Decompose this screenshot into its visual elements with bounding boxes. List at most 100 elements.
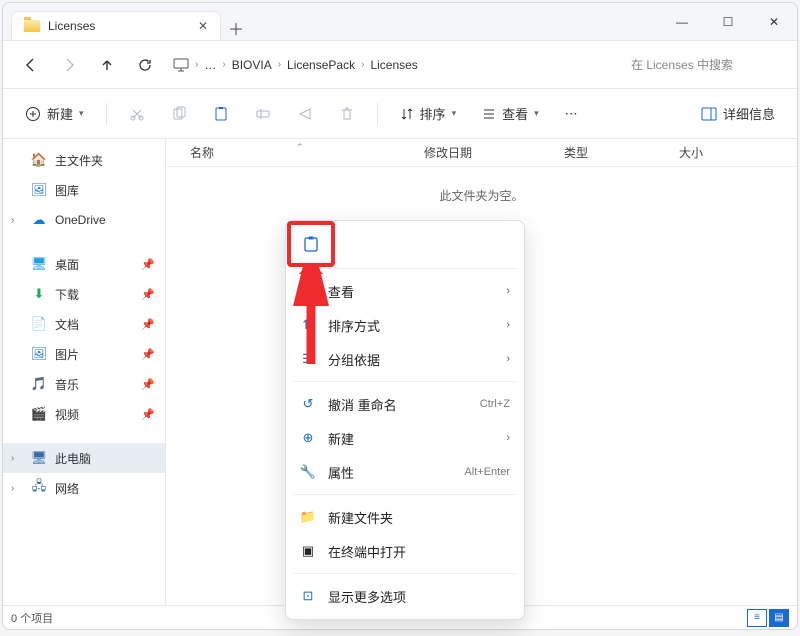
group-icon: ☰ — [300, 351, 316, 367]
details-view-button[interactable]: ▤ — [769, 609, 789, 627]
cut-button[interactable] — [121, 97, 153, 131]
breadcrumb-overflow[interactable]: … — [204, 58, 216, 72]
pin-icon: 📌 — [141, 258, 155, 271]
plus-icon: ⊕ — [300, 430, 316, 446]
window-controls: — ☐ ✕ — [659, 4, 797, 40]
list-view-button[interactable]: ≡ — [747, 609, 767, 627]
paste-button[interactable] — [205, 97, 237, 131]
sidebar-item-onedrive[interactable]: ›☁OneDrive — [3, 205, 165, 235]
refresh-button[interactable] — [129, 49, 161, 81]
new-label: 新建 — [47, 104, 73, 123]
context-undo[interactable]: ↺撤消 重命名Ctrl+Z — [286, 387, 524, 421]
sidebar-item-gallery[interactable]: 🖼图库 — [3, 175, 165, 205]
context-group[interactable]: ☰分组依据› — [286, 342, 524, 376]
context-quick-actions — [286, 227, 524, 263]
shortcut-label: Ctrl+Z — [480, 398, 510, 410]
forward-button[interactable] — [53, 49, 85, 81]
pin-icon: 📌 — [141, 378, 155, 391]
details-pane-button[interactable]: 详细信息 — [693, 97, 783, 131]
nav-bar: › … › BIOVIA › LicensePack › Licenses 在 … — [3, 41, 797, 89]
paste-icon[interactable] — [300, 233, 322, 255]
sidebar-item-desktop[interactable]: 🖥桌面📌 — [3, 249, 165, 279]
column-date[interactable]: 修改日期 — [416, 144, 556, 161]
breadcrumb-item[interactable]: Licenses — [370, 58, 417, 72]
up-button[interactable] — [91, 49, 123, 81]
cloud-icon: ☁ — [31, 212, 47, 228]
undo-icon: ↺ — [300, 396, 316, 412]
titlebar: Licenses ✕ ＋ — ☐ ✕ — [3, 3, 797, 41]
home-icon: 🏠 — [31, 152, 47, 168]
breadcrumb-item[interactable]: BIOVIA — [232, 58, 272, 72]
more-icon: ⊡ — [300, 588, 316, 604]
more-button[interactable]: ⋯ — [557, 97, 586, 131]
terminal-icon: ▣ — [300, 543, 316, 559]
copy-button[interactable] — [163, 97, 195, 131]
breadcrumb: › … › BIOVIA › LicensePack › Licenses — [167, 57, 619, 73]
sidebar-item-downloads[interactable]: ⬇下载📌 — [3, 279, 165, 309]
pin-icon: 📌 — [141, 288, 155, 301]
sidebar-item-music[interactable]: 🎵音乐📌 — [3, 369, 165, 399]
chevron-right-icon: › — [506, 353, 510, 365]
tab-title: Licenses — [48, 19, 190, 33]
context-sort[interactable]: ⇅排序方式› — [286, 308, 524, 342]
breadcrumb-item[interactable]: LicensePack — [287, 58, 355, 72]
folder-icon — [24, 20, 40, 32]
toolbar: 新建 ▾ 排序 ▾ 查看 ▾ ⋯ 详细信息 — [3, 89, 797, 139]
column-size[interactable]: 大小 — [671, 144, 797, 161]
grid-icon: ▦ — [300, 283, 316, 299]
context-new-folder[interactable]: 📁新建文件夹 — [286, 500, 524, 534]
chevron-right-icon: › — [222, 59, 225, 70]
music-icon: 🎵 — [31, 376, 47, 392]
column-type[interactable]: 类型 — [556, 144, 671, 161]
sidebar-item-pictures[interactable]: 🖼图片📌 — [3, 339, 165, 369]
tab-active[interactable]: Licenses ✕ — [11, 11, 221, 40]
minimize-button[interactable]: — — [659, 4, 705, 40]
sort-caret-icon: ⌃ — [296, 142, 304, 153]
sidebar-item-documents[interactable]: 📄文档📌 — [3, 309, 165, 339]
context-new[interactable]: ⊕新建› — [286, 421, 524, 455]
sidebar: 🏠主文件夹 🖼图库 ›☁OneDrive 🖥桌面📌 ⬇下载📌 📄文档📌 🖼图片📌… — [3, 139, 166, 605]
chevron-right-icon[interactable]: › — [11, 483, 14, 494]
pin-icon: 📌 — [141, 408, 155, 421]
rename-button[interactable] — [247, 97, 279, 131]
document-icon: 📄 — [31, 316, 47, 332]
download-icon: ⬇ — [31, 286, 47, 302]
view-button[interactable]: 查看 ▾ — [474, 97, 547, 131]
share-button[interactable] — [289, 97, 321, 131]
maximize-button[interactable]: ☐ — [705, 4, 751, 40]
chevron-right-icon: › — [506, 319, 510, 331]
chevron-right-icon: › — [361, 59, 364, 70]
view-mode-controls: ≡ ▤ — [747, 609, 789, 627]
new-button[interactable]: 新建 ▾ — [17, 97, 92, 131]
video-icon: 🎬 — [31, 406, 47, 422]
details-label: 详细信息 — [723, 104, 775, 123]
pc-icon: 🖥 — [31, 450, 47, 466]
new-tab-button[interactable]: ＋ — [221, 16, 251, 40]
context-view[interactable]: ▦查看› — [286, 274, 524, 308]
sidebar-item-videos[interactable]: 🎬视频📌 — [3, 399, 165, 429]
chevron-right-icon: › — [506, 285, 510, 297]
sort-button[interactable]: 排序 ▾ — [392, 97, 465, 131]
chevron-right-icon[interactable]: › — [11, 215, 14, 226]
folder-plus-icon: 📁 — [300, 509, 316, 525]
close-tab-icon[interactable]: ✕ — [198, 19, 208, 33]
back-button[interactable] — [15, 49, 47, 81]
sidebar-item-network[interactable]: ›🖧网络 — [3, 473, 165, 503]
sidebar-item-home[interactable]: 🏠主文件夹 — [3, 145, 165, 175]
pictures-icon: 🖼 — [31, 346, 47, 362]
search-input[interactable]: 在 Licenses 中搜索 — [625, 52, 785, 77]
context-properties[interactable]: 🔧属性Alt+Enter — [286, 455, 524, 489]
chevron-right-icon: › — [195, 59, 198, 70]
item-count: 0 个项目 — [11, 610, 53, 626]
empty-message: 此文件夹为空。 — [166, 167, 797, 204]
chevron-right-icon[interactable]: › — [11, 453, 14, 464]
column-name[interactable]: 名称⌃ — [166, 144, 416, 161]
delete-button[interactable] — [331, 97, 363, 131]
context-more-options[interactable]: ⊡显示更多选项 — [286, 579, 524, 613]
chevron-right-icon: › — [506, 432, 510, 444]
column-headers: 名称⌃ 修改日期 类型 大小 — [166, 139, 797, 167]
close-button[interactable]: ✕ — [751, 4, 797, 40]
sidebar-item-thispc[interactable]: ›🖥此电脑 — [3, 443, 165, 473]
context-terminal[interactable]: ▣在终端中打开 — [286, 534, 524, 568]
sort-label: 排序 — [420, 104, 446, 123]
